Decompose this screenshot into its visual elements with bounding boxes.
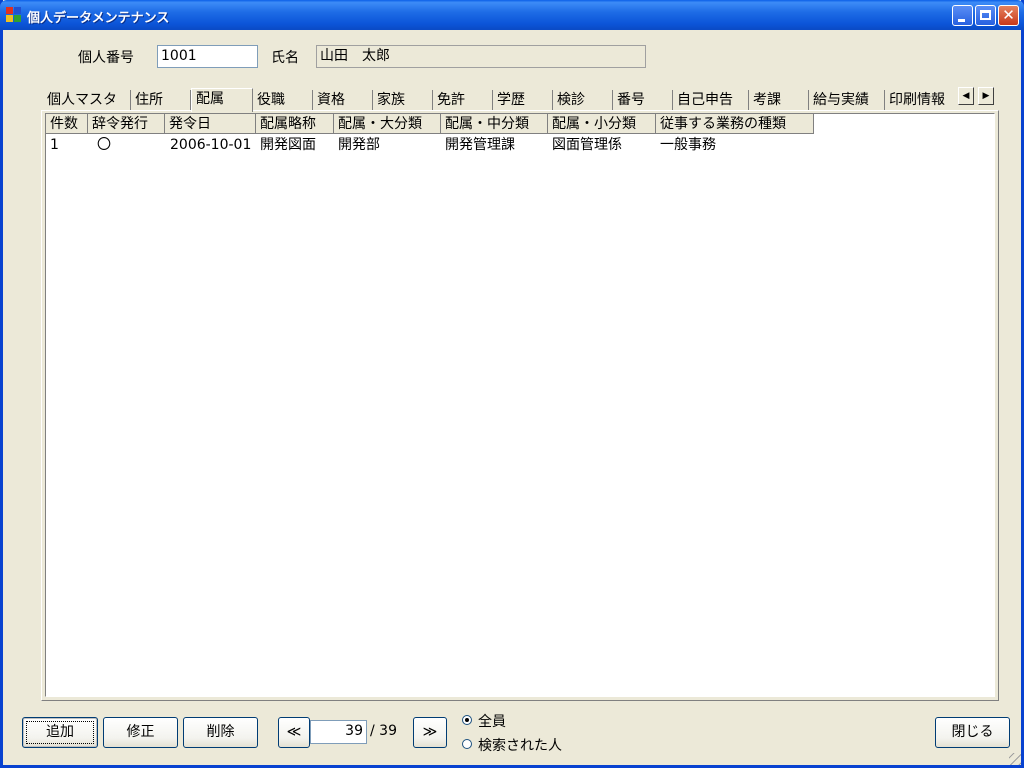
tab-personal-master[interactable]: 個人マスタ bbox=[43, 90, 131, 110]
tab-assignment[interactable]: 配属 bbox=[191, 88, 253, 112]
tab-evaluation[interactable]: 考課 bbox=[749, 90, 809, 110]
tab-strip: 個人マスタ 住所 配属 役職 資格 家族 免許 学歴 検診 番号 自己申告 考課… bbox=[43, 88, 999, 112]
page-number-input[interactable]: 39 bbox=[310, 720, 367, 744]
column-header-date[interactable]: 発令日 bbox=[165, 114, 256, 134]
cell-date: 2006-10-01 bbox=[170, 137, 252, 153]
column-header-abbrev[interactable]: 配属略称 bbox=[256, 114, 334, 134]
radio-search-result[interactable] bbox=[462, 739, 472, 749]
column-header-minor[interactable]: 配属・小分類 bbox=[548, 114, 656, 134]
column-header-count[interactable]: 件数 bbox=[46, 114, 88, 134]
delete-button[interactable]: 削除 bbox=[183, 717, 258, 748]
close-icon: ✕ bbox=[1002, 6, 1015, 24]
tab-checkup[interactable]: 検診 bbox=[553, 90, 613, 110]
main-window: 個人データメンテナンス ✕ 個人番号 1001 氏名 山田 太郎 個人マスタ 住… bbox=[0, 0, 1024, 768]
tab-qualification[interactable]: 資格 bbox=[313, 90, 373, 110]
close-button[interactable]: 閉じる bbox=[935, 717, 1010, 748]
add-button[interactable]: 追加 bbox=[22, 717, 98, 748]
name-label: 氏名 bbox=[271, 50, 299, 66]
radio-search-result-label[interactable]: 検索された人 bbox=[478, 735, 562, 755]
personal-id-label: 個人番号 bbox=[78, 50, 134, 66]
minimize-icon bbox=[958, 19, 965, 22]
next-page-button[interactable]: ≫ bbox=[413, 717, 447, 748]
arrow-left-icon: ◀ bbox=[962, 91, 970, 101]
app-icon bbox=[6, 7, 22, 23]
tab-education[interactable]: 学歴 bbox=[493, 90, 553, 110]
personal-id-field[interactable]: 1001 bbox=[157, 45, 258, 68]
tab-scroll-right-button[interactable]: ▶ bbox=[978, 87, 994, 105]
cell-work-type: 一般事務 bbox=[660, 137, 716, 153]
assignment-grid[interactable]: 件数 辞令発行 発令日 配属略称 配属・大分類 配属・中分類 配属・小分類 従事… bbox=[45, 113, 995, 697]
tab-number[interactable]: 番号 bbox=[613, 90, 673, 110]
tab-salary[interactable]: 給与実績 bbox=[809, 90, 885, 110]
cell-abbrev: 開発図面 bbox=[260, 137, 316, 153]
tab-scroll-left-button[interactable]: ◀ bbox=[958, 87, 974, 105]
cell-middle: 開発管理課 bbox=[445, 137, 515, 153]
cell-count: 1 bbox=[50, 137, 59, 153]
window-title: 個人データメンテナンス bbox=[27, 11, 170, 26]
radio-all-label[interactable]: 全員 bbox=[478, 711, 506, 731]
edit-button[interactable]: 修正 bbox=[103, 717, 178, 748]
column-header-major[interactable]: 配属・大分類 bbox=[334, 114, 441, 134]
resize-grip[interactable] bbox=[1009, 753, 1021, 765]
page-total-label: / 39 bbox=[370, 723, 397, 739]
tab-family[interactable]: 家族 bbox=[373, 90, 433, 110]
column-header-work-type[interactable]: 従事する業務の種類 bbox=[656, 114, 814, 134]
tab-address[interactable]: 住所 bbox=[131, 90, 191, 110]
minimize-button[interactable] bbox=[952, 5, 973, 26]
maximize-button[interactable] bbox=[975, 5, 996, 26]
radio-all[interactable] bbox=[462, 715, 472, 725]
name-field: 山田 太郎 bbox=[316, 45, 646, 68]
title-bar[interactable]: 個人データメンテナンス ✕ bbox=[0, 0, 1024, 30]
cell-minor: 図面管理係 bbox=[552, 137, 622, 153]
cell-issued: 〇 bbox=[97, 137, 111, 153]
arrow-right-icon: ▶ bbox=[982, 91, 990, 101]
column-header-issued[interactable]: 辞令発行 bbox=[88, 114, 165, 134]
tab-self-report[interactable]: 自己申告 bbox=[673, 90, 749, 110]
prev-page-button[interactable]: ≪ bbox=[278, 717, 310, 748]
column-header-middle[interactable]: 配属・中分類 bbox=[441, 114, 548, 134]
cell-major: 開発部 bbox=[338, 137, 380, 153]
tab-print-info[interactable]: 印刷情報 bbox=[885, 90, 957, 110]
close-window-button[interactable]: ✕ bbox=[998, 5, 1019, 26]
tab-position[interactable]: 役職 bbox=[253, 90, 313, 110]
tab-license[interactable]: 免許 bbox=[433, 90, 493, 110]
maximize-icon bbox=[980, 10, 991, 20]
assignment-panel: 件数 辞令発行 発令日 配属略称 配属・大分類 配属・中分類 配属・小分類 従事… bbox=[41, 110, 999, 701]
